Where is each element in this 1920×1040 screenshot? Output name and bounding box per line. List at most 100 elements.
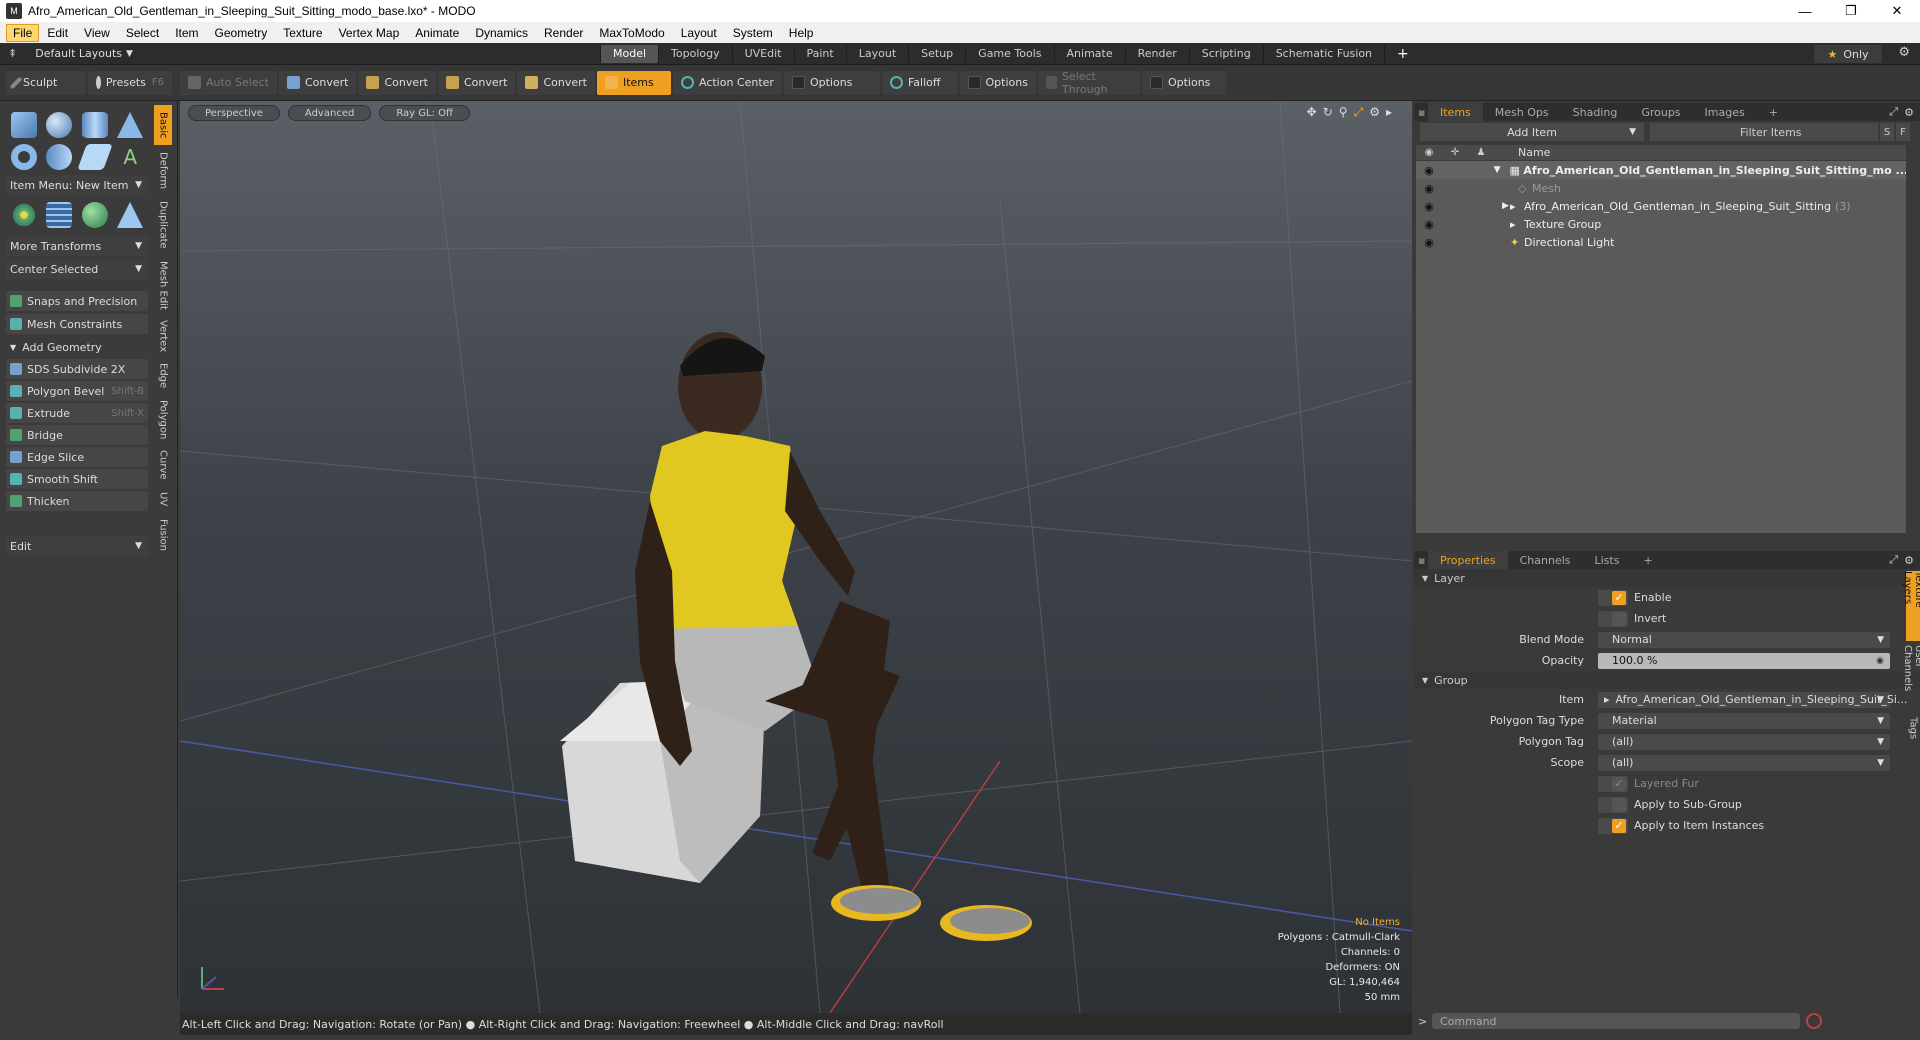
tab-items[interactable]: Items [1428,103,1483,121]
gear-icon[interactable]: ⚙ [1898,45,1910,60]
menu-view[interactable]: View [76,22,118,43]
cube-icon[interactable] [10,112,37,138]
tool-edge-slice[interactable]: Edge Slice [6,447,148,467]
maximize-panel-icon[interactable]: ⤢ [1889,105,1898,119]
falloff-button[interactable]: Falloff [881,70,958,95]
tab-schematic-fusion[interactable]: Schematic Fusion [1262,44,1384,63]
tab-render[interactable]: Render [1124,44,1189,63]
opacity-slider[interactable]: 100.0 % ◉ [1598,652,1890,669]
tab-groups[interactable]: Groups [1629,103,1692,121]
perspective-tab[interactable]: Perspective [188,105,280,121]
menu-animate[interactable]: Animate [407,22,467,43]
vtab-polygon[interactable]: Polygon [154,397,172,443]
enable-checkbox[interactable]: ✓ [1598,589,1628,606]
menu-texture[interactable]: Texture [275,22,330,43]
eye-icon[interactable]: ◉ [1416,200,1442,213]
maximize-button[interactable]: ❐ [1828,0,1874,22]
add-item-dropdown[interactable]: Add Item ▼ [1420,123,1644,141]
menu-dynamics[interactable]: Dynamics [467,22,536,43]
more-transforms-dropdown[interactable]: More Transforms ▼ [6,236,148,256]
layer-section-header[interactable]: ▼ Layer [1414,569,1920,587]
convert-materials-button[interactable]: Convert [517,70,595,95]
blend-mode-select[interactable]: Normal ▼ [1598,631,1890,648]
options-button-1[interactable]: Options [783,70,880,95]
globe-icon[interactable] [81,202,108,228]
tab-paint[interactable]: Paint [793,44,846,63]
menu-system[interactable]: System [725,22,781,43]
vtab-mesh-edit[interactable]: Mesh Edit [154,257,172,313]
eye-icon[interactable]: ◉ [1416,218,1442,231]
menu-file[interactable]: File [6,23,40,42]
mesh-constraints-button[interactable]: Mesh Constraints [6,314,148,334]
vtab-basic[interactable]: Basic [154,105,172,145]
vtab-user-channels[interactable]: User Channels [1902,645,1920,709]
sculpt-button[interactable]: Sculpt [6,70,86,95]
add-geometry-header[interactable]: ▼ Add Geometry [6,337,148,357]
tab-channels[interactable]: Channels [1508,551,1583,569]
panel-gear-icon[interactable]: ⚙ [1904,106,1914,119]
convert-edges-button[interactable]: Convert [358,70,436,95]
vtab-uv[interactable]: UV [154,487,172,511]
sphere-icon[interactable] [46,112,73,138]
menu-maxtomodo[interactable]: MaxToModo [591,22,672,43]
item-menu-dropdown[interactable]: Item Menu: New Item ▼ [6,175,148,195]
vtab-edge[interactable]: Edge [154,359,172,393]
raygl-tab[interactable]: Ray GL: Off [379,105,470,121]
invert-checkbox[interactable] [1598,610,1628,627]
convert-polygons-button[interactable]: Convert [437,70,516,95]
menu-item[interactable]: Item [167,22,206,43]
menu-edit[interactable]: Edit [39,22,76,43]
scope-select[interactable]: (all) ▼ [1598,754,1890,771]
menu-select[interactable]: Select [118,22,167,43]
tab-shading[interactable]: Shading [1561,103,1630,121]
visibility-column-icon[interactable]: ◉ [1416,147,1442,158]
expand-arrow-icon[interactable]: ▸ [1386,105,1392,120]
eye-icon[interactable]: ◉ [1416,182,1442,195]
torus-icon[interactable] [10,144,37,170]
tab-animate[interactable]: Animate [1053,44,1125,63]
options-button-2[interactable]: Options [959,70,1036,95]
pyramid-grid-icon[interactable] [117,202,144,228]
auto-select-button[interactable]: Auto Select [180,70,277,95]
eye-icon[interactable]: ◉ [1416,236,1442,249]
list-item[interactable]: ◉ ▸ Texture Group [1416,215,1906,233]
tool-extrude[interactable]: Extrude Shift-X [6,403,148,423]
tab-topology[interactable]: Topology [658,44,732,63]
menu-vertex-map[interactable]: Vertex Map [331,22,408,43]
tab-game-tools[interactable]: Game Tools [965,44,1053,63]
menu-layout[interactable]: Layout [673,22,725,43]
tool-smooth-shift[interactable]: Smooth Shift [6,469,148,489]
expand-arrow-icon[interactable]: ▶ [1494,201,1510,211]
move-view-icon[interactable]: ✥ [1307,105,1317,120]
center-selected-dropdown[interactable]: Center Selected ▼ [6,259,148,279]
locator-icon[interactable] [10,202,37,228]
tab-uvedit[interactable]: UVEdit [731,44,794,63]
tab-properties[interactable]: Properties [1428,551,1508,569]
fit-icon[interactable]: ⤢ [1354,105,1364,120]
tool-thicken[interactable]: Thicken [6,491,148,511]
add-panel-tab-button[interactable]: + [1631,551,1664,569]
tool-polygon-bevel[interactable]: Polygon Bevel Shift-B [6,381,148,401]
command-history-icon[interactable] [1806,1013,1822,1029]
options-button-3[interactable]: Options [1141,70,1226,95]
render-column-icon[interactable]: ♟ [1468,147,1494,158]
close-button[interactable]: ✕ [1874,0,1920,22]
only-button[interactable]: ★ Only [1814,45,1882,63]
maximize-panel-icon[interactable]: ⤢ [1889,553,1898,567]
default-layouts-dropdown[interactable]: ⇞ Default Layouts ▼ [0,47,600,60]
list-item[interactable]: ◉ ✦ Directional Light [1416,233,1906,251]
tool-sds-subdivide[interactable]: SDS Subdivide 2X [6,359,148,379]
advanced-tab[interactable]: Advanced [287,105,372,121]
menu-help[interactable]: Help [781,22,822,43]
tab-mesh-ops[interactable]: Mesh Ops [1483,103,1561,121]
list-item[interactable]: ◉ ▶ ▸ Afro_American_Old_Gentleman_in_Sle… [1416,197,1906,215]
slider-handle-icon[interactable]: ◉ [1876,656,1884,666]
menu-render[interactable]: Render [536,22,591,43]
vtab-texture-layers[interactable]: Texture Layers [1902,571,1920,641]
vtab-vertex[interactable]: Vertex [154,317,172,355]
name-column-header[interactable]: Name [1494,146,1550,159]
item-select[interactable]: ▸ Afro_American_Old_Gentleman_in_Sleepin… [1598,691,1907,708]
lock-column-icon[interactable]: ✛ [1442,147,1468,158]
add-tab-button[interactable]: + [1384,44,1421,63]
grid-mesh-icon[interactable] [46,202,73,228]
